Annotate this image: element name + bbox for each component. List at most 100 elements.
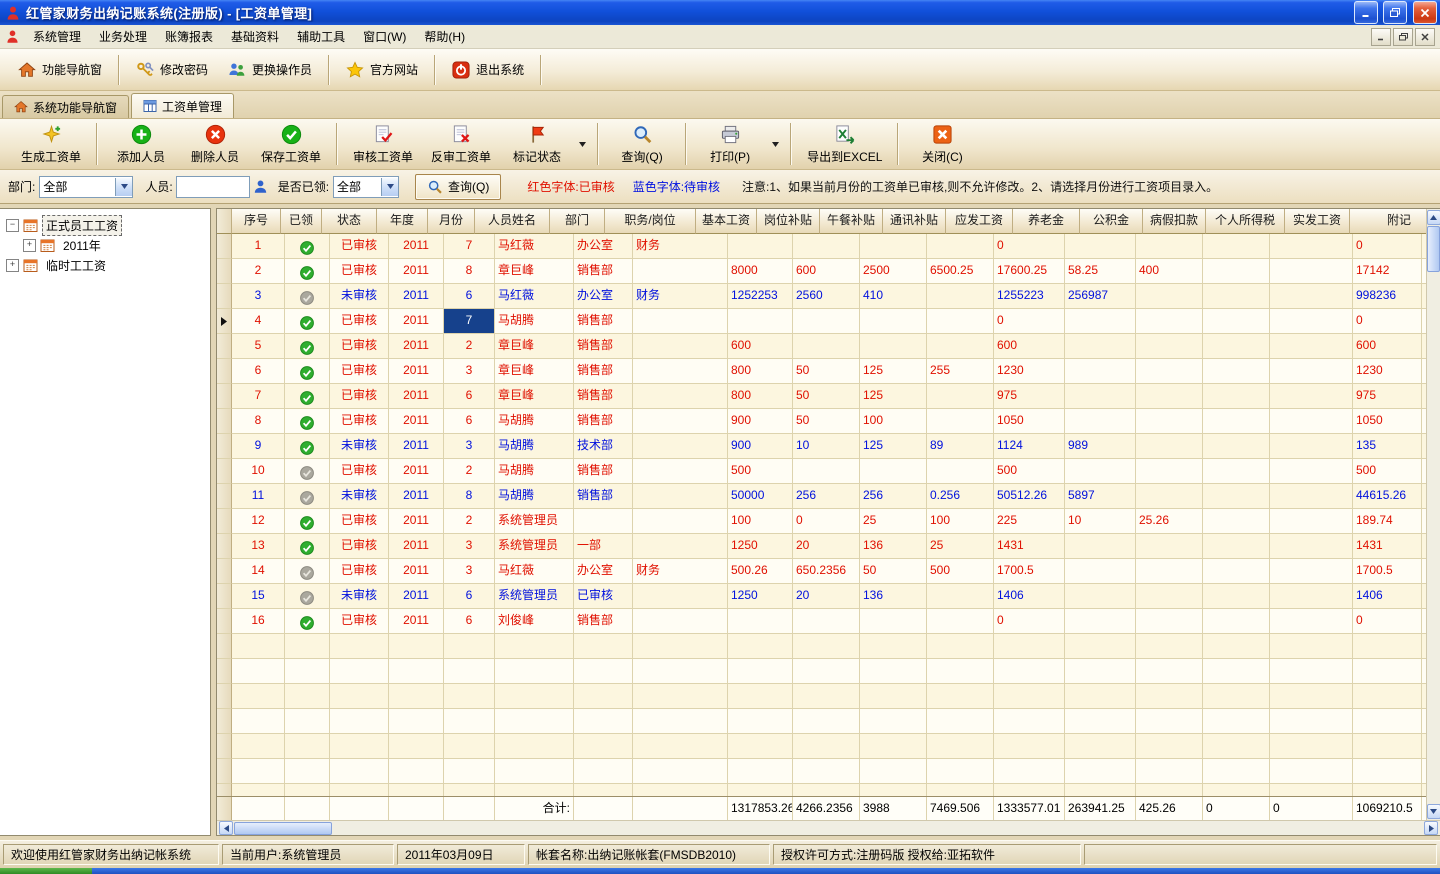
- cell-status: 已审核: [330, 234, 389, 259]
- tree-item[interactable]: − 正式员工工资: [2, 215, 208, 235]
- column-header[interactable]: 个人所得税: [1206, 209, 1285, 234]
- start-button-sliver[interactable]: [0, 868, 92, 874]
- vertical-scrollbar[interactable]: [1426, 209, 1440, 820]
- horizontal-scrollbar[interactable]: [217, 820, 1440, 835]
- table-row[interactable]: 5已审核20112章巨峰销售部600600600: [217, 334, 1426, 359]
- main-toolbar-button-2[interactable]: 添加人员: [104, 121, 178, 168]
- main-toolbar-button-1[interactable]: 生成工资单: [12, 121, 90, 168]
- scroll-up-icon[interactable]: [1427, 210, 1440, 225]
- close-button[interactable]: [1413, 1, 1437, 24]
- table-row[interactable]: 2已审核20118章巨峰销售部800060025006500.2517600.2…: [217, 259, 1426, 284]
- scroll-right-icon[interactable]: [1424, 821, 1438, 835]
- dept-dropdown[interactable]: 全部: [39, 176, 133, 198]
- tree-item-label: 正式员工工资: [42, 215, 122, 236]
- menu-item[interactable]: 帮助(H): [415, 24, 474, 49]
- cell-base: 500: [728, 459, 793, 484]
- column-header[interactable]: 附记: [1350, 209, 1426, 234]
- restore-button[interactable]: [1383, 1, 1407, 24]
- received-check-icon: [300, 616, 314, 630]
- column-header[interactable]: 养老金: [1013, 209, 1080, 234]
- menu-item[interactable]: 基础资料: [222, 24, 288, 49]
- column-header[interactable]: 岗位补贴: [757, 209, 820, 234]
- menu-item[interactable]: 账簿报表: [156, 24, 222, 49]
- dropdown-arrow-icon[interactable]: [574, 142, 591, 147]
- column-header[interactable]: 午餐补贴: [820, 209, 883, 234]
- tree-item[interactable]: +2011年: [2, 235, 208, 255]
- table-row[interactable]: 8已审核20116马胡腾销售部9005010010501050: [217, 409, 1426, 434]
- mdi-close-button[interactable]: [1415, 28, 1435, 46]
- column-header[interactable]: 人员姓名: [475, 209, 550, 234]
- expand-icon[interactable]: +: [23, 239, 36, 252]
- dropdown-arrow-icon[interactable]: [767, 142, 784, 147]
- table-row[interactable]: 4已审核20117马胡腾销售部002011: [217, 309, 1426, 334]
- column-header[interactable]: 病假扣款: [1143, 209, 1206, 234]
- main-toolbar-button-9[interactable]: 打印(P): [693, 121, 767, 168]
- horizontal-scroll-thumb[interactable]: [234, 822, 332, 835]
- received-dropdown[interactable]: 全部: [333, 176, 399, 198]
- mdi-restore-button[interactable]: [1393, 28, 1413, 46]
- table-row[interactable]: 10已审核20112马胡腾销售部500500500: [217, 459, 1426, 484]
- main-toolbar-button-4[interactable]: 保存工资单: [252, 121, 330, 168]
- query-button[interactable]: 查询(Q): [415, 174, 501, 200]
- menu-item[interactable]: 系统管理: [24, 24, 90, 49]
- cell-dept: 办公室: [574, 559, 633, 584]
- column-header[interactable]: 通讯补贴: [883, 209, 946, 234]
- main-toolbar-button-10[interactable]: 导出到EXCEL: [798, 121, 891, 168]
- button-label: 反审工资单: [431, 148, 491, 165]
- column-header[interactable]: 公积金: [1080, 209, 1143, 234]
- tab-1[interactable]: 系统功能导航窗: [2, 95, 129, 118]
- column-header[interactable]: 状态: [322, 209, 377, 234]
- vertical-scroll-thumb[interactable]: [1427, 226, 1440, 272]
- table-row[interactable]: 15未审核20116系统管理员已审核12502013614061406: [217, 584, 1426, 609]
- column-header[interactable]: 序号: [232, 209, 281, 234]
- table-row[interactable]: 11未审核20118马胡腾销售部500002562560.25650512.26…: [217, 484, 1426, 509]
- main-toolbar-button-7[interactable]: 标记状态: [500, 121, 574, 168]
- tab-2[interactable]: 工资单管理: [131, 93, 234, 118]
- top-toolbar-button-2[interactable]: 修改密码: [126, 55, 218, 85]
- top-toolbar-button-4[interactable]: 官方网站: [336, 55, 428, 85]
- table-row[interactable]: 1已审核20117马红薇办公室财务00: [217, 234, 1426, 259]
- status-segment-5: 授权许可方式:注册码版 授权给:亚拓软件: [773, 844, 1081, 865]
- expand-icon[interactable]: +: [6, 259, 19, 272]
- chevron-down-icon[interactable]: [381, 178, 398, 196]
- table-row[interactable]: 14已审核20113马红薇办公室财务500.26650.235650500170…: [217, 559, 1426, 584]
- mdi-minimize-button[interactable]: [1371, 28, 1391, 46]
- table-row[interactable]: 6已审核20113章巨峰销售部80050125255123012302011: [217, 359, 1426, 384]
- main-toolbar-button-5[interactable]: 审核工资单: [344, 121, 422, 168]
- column-header[interactable]: 实发工资: [1285, 209, 1350, 234]
- column-header[interactable]: 已领: [281, 209, 322, 234]
- scroll-left-icon[interactable]: [219, 821, 233, 835]
- top-toolbar-button-5[interactable]: 退出系统: [442, 55, 534, 85]
- tree-item[interactable]: +临时工工资: [2, 255, 208, 275]
- main-toolbar-button-8[interactable]: 查询(Q): [605, 121, 679, 168]
- table-row[interactable]: 12已审核20112系统管理员1000251002251025.26189.74: [217, 509, 1426, 534]
- column-header[interactable]: 年度: [377, 209, 428, 234]
- table-row[interactable]: 3未审核20116马红薇办公室财务12522532560410125522325…: [217, 284, 1426, 309]
- scroll-down-icon[interactable]: [1427, 804, 1440, 819]
- person-input[interactable]: [176, 176, 250, 198]
- main-toolbar-button-6[interactable]: 反审工资单: [422, 121, 500, 168]
- cell-net: 0: [1353, 309, 1422, 334]
- menu-item[interactable]: 辅助工具: [288, 24, 354, 49]
- column-header[interactable]: 部门: [550, 209, 605, 234]
- table-row[interactable]: 13已审核20113系统管理员一部12502013625143114312011: [217, 534, 1426, 559]
- table-row[interactable]: 7已审核20116章巨峰销售部80050125975975: [217, 384, 1426, 409]
- column-header[interactable]: 基本工资: [696, 209, 757, 234]
- main-toolbar-button-11[interactable]: 关闭(C): [905, 121, 979, 168]
- top-toolbar-button-1[interactable]: 功能导航窗: [8, 55, 112, 85]
- menu-item[interactable]: 窗口(W): [354, 24, 415, 49]
- empty-cell: [994, 634, 1065, 659]
- table-row[interactable]: 16已审核20116刘俊峰销售部00: [217, 609, 1426, 634]
- menu-item[interactable]: 业务处理: [90, 24, 156, 49]
- collapse-icon[interactable]: −: [6, 219, 19, 232]
- cell-pension: [1065, 559, 1136, 584]
- minimize-button[interactable]: [1354, 1, 1378, 24]
- table-row[interactable]: 9未审核20113马胡腾技术部900101258911249891352011: [217, 434, 1426, 459]
- top-toolbar-button-3[interactable]: 更换操作员: [218, 55, 322, 85]
- column-header[interactable]: 应发工资: [946, 209, 1013, 234]
- column-header[interactable]: 职务/岗位: [605, 209, 696, 234]
- chevron-down-icon[interactable]: [115, 178, 132, 196]
- column-header[interactable]: 月份: [428, 209, 475, 234]
- main-toolbar-button-3[interactable]: 删除人员: [178, 121, 252, 168]
- cell-month: 2: [444, 509, 495, 534]
